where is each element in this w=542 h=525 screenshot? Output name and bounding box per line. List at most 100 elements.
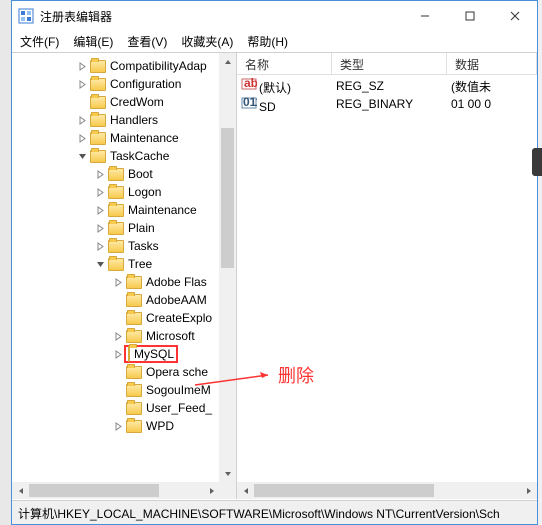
tree-item[interactable]: CompatibilityAdap (12, 57, 236, 75)
tree-item[interactable]: Logon (12, 183, 236, 201)
folder-icon (126, 330, 142, 343)
window-title: 注册表编辑器 (40, 8, 402, 25)
folder-icon (108, 186, 124, 199)
tree-item[interactable]: CredWom (12, 93, 236, 111)
registry-tree[interactable]: CompatibilityAdapConfiguration CredWom Han… (12, 53, 236, 435)
values-list[interactable]: ab(默认)REG_SZ(数值未011SDREG_BINARY01 00 0 (237, 75, 537, 113)
scroll-right-arrow[interactable] (520, 482, 537, 499)
scroll-right-arrow[interactable] (203, 482, 220, 499)
chevron-right-icon[interactable] (94, 204, 106, 216)
tree-item[interactable]: CreateExplo (12, 309, 236, 327)
folder-icon (90, 96, 106, 109)
folder-icon (108, 204, 124, 217)
titlebar[interactable]: 注册表编辑器 (12, 1, 537, 31)
chevron-down-icon[interactable] (76, 150, 88, 162)
tree-item[interactable]: Maintenance (12, 201, 236, 219)
tree-item[interactable]: Handlers (12, 111, 236, 129)
menubar: 文件(F) 编辑(E) 查看(V) 收藏夹(A) 帮助(H) (12, 31, 537, 53)
chevron-right-icon[interactable] (94, 168, 106, 180)
folder-icon (108, 168, 124, 181)
folder-icon (126, 366, 142, 379)
tree-item[interactable]: User_Feed_ (12, 399, 236, 417)
column-name[interactable]: 名称 (237, 53, 332, 74)
value-type: REG_SZ (332, 79, 447, 93)
tree-item[interactable]: MySQL (12, 345, 236, 363)
tree-item[interactable]: Tasks (12, 237, 236, 255)
folder-icon (126, 420, 142, 433)
value-data: (数值未 (447, 78, 537, 95)
minimize-button[interactable] (402, 1, 447, 31)
value-bin-icon: 011 (241, 95, 257, 111)
chevron-right-icon[interactable] (94, 222, 106, 234)
chevron-right-icon[interactable] (112, 330, 124, 342)
menu-edit[interactable]: 编辑(E) (73, 33, 113, 50)
scroll-thumb[interactable] (221, 128, 234, 268)
close-button[interactable] (492, 1, 537, 31)
chevron-right-icon[interactable] (76, 114, 88, 126)
column-type[interactable]: 类型 (332, 53, 447, 74)
folder-icon (90, 114, 106, 127)
tree-item[interactable]: Adobe Flas (12, 273, 236, 291)
chevron-right-icon[interactable] (76, 132, 88, 144)
values-pane: 名称 类型 数据 ab(默认)REG_SZ(数值未011SDREG_BINARY… (237, 53, 537, 499)
menu-help[interactable]: 帮助(H) (247, 33, 288, 50)
maximize-button[interactable] (447, 1, 492, 31)
menu-favorites[interactable]: 收藏夹(A) (181, 33, 233, 50)
tree-vertical-scrollbar[interactable] (219, 53, 236, 499)
tree-item[interactable]: AdobeAAM (12, 291, 236, 309)
registry-editor-window: 注册表编辑器 文件(F) 编辑(E) 查看(V) 收藏夹(A) 帮助(H) Co… (11, 0, 538, 525)
chevron-right-icon[interactable] (76, 78, 88, 90)
value-type: REG_BINARY (332, 97, 447, 111)
tree-item[interactable]: Tree (12, 255, 236, 273)
tree-label: Microsoft (146, 329, 195, 343)
scroll-thumb[interactable] (254, 484, 434, 497)
list-horizontal-scrollbar[interactable] (237, 482, 537, 499)
tree-item[interactable]: WPD (12, 417, 236, 435)
app-icon (18, 8, 34, 24)
chevron-right-icon[interactable] (94, 186, 106, 198)
chevron-none-icon (76, 96, 88, 108)
left-background-strip (0, 0, 11, 525)
chevron-none-icon (112, 294, 124, 306)
menu-file[interactable]: 文件(F) (20, 33, 59, 50)
folder-icon (108, 240, 124, 253)
scroll-down-arrow[interactable] (219, 465, 236, 482)
folder-icon (90, 150, 106, 163)
scroll-thumb[interactable] (29, 484, 159, 497)
scroll-up-arrow[interactable] (219, 53, 236, 70)
folder-icon (128, 346, 130, 362)
tree-item[interactable]: Maintenance (12, 129, 236, 147)
svg-text:011: 011 (243, 95, 257, 109)
tree-label: CreateExplo (146, 311, 212, 325)
tree-horizontal-scrollbar[interactable] (12, 482, 220, 499)
tree-pane: CompatibilityAdapConfiguration CredWom Han… (12, 53, 237, 499)
tree-item[interactable]: Plain (12, 219, 236, 237)
menu-view[interactable]: 查看(V) (127, 33, 167, 50)
tree-label: SogouImeM (146, 383, 211, 397)
folder-icon (126, 384, 142, 397)
tree-item[interactable]: TaskCache (12, 147, 236, 165)
column-data[interactable]: 数据 (447, 53, 537, 74)
chevron-right-icon[interactable] (112, 420, 124, 432)
tree-item[interactable]: Boot (12, 165, 236, 183)
chevron-down-icon[interactable] (94, 258, 106, 270)
scroll-left-arrow[interactable] (12, 482, 29, 499)
tree-label: MySQL (134, 347, 174, 361)
folder-icon (126, 294, 142, 307)
scroll-left-arrow[interactable] (237, 482, 254, 499)
value-row[interactable]: 011SDREG_BINARY01 00 0 (237, 95, 537, 113)
tree-item[interactable]: Microsoft (12, 327, 236, 345)
chevron-right-icon[interactable] (112, 348, 124, 360)
chevron-right-icon[interactable] (76, 60, 88, 72)
tree-item[interactable]: SogouImeM (12, 381, 236, 399)
chevron-right-icon[interactable] (112, 276, 124, 288)
chevron-right-icon[interactable] (94, 240, 106, 252)
tree-item[interactable]: Opera sche (12, 363, 236, 381)
tree-label: Logon (128, 185, 161, 199)
value-row[interactable]: ab(默认)REG_SZ(数值未 (237, 77, 537, 95)
chevron-none-icon (112, 312, 124, 324)
tree-label: CredWom (110, 95, 164, 109)
value-name: (默认) (259, 81, 291, 95)
tree-item[interactable]: Configuration (12, 75, 236, 93)
value-data: 01 00 0 (447, 97, 537, 111)
